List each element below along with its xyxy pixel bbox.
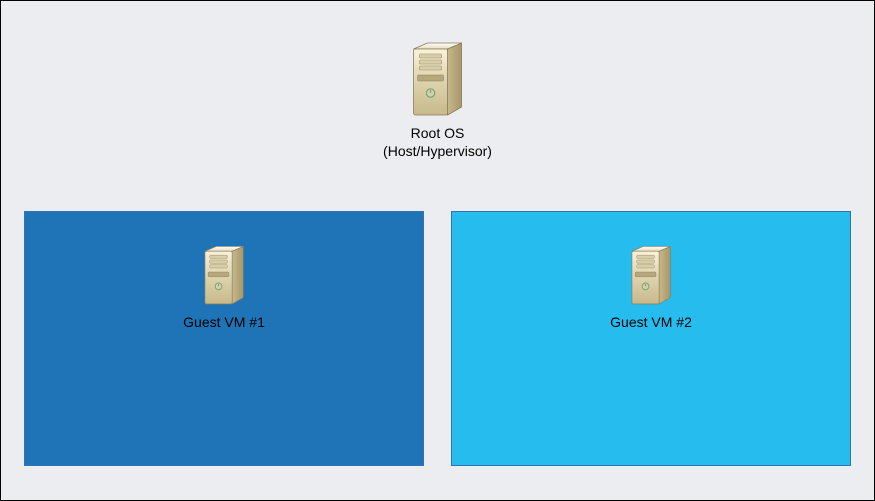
server-tower-icon [627,244,675,308]
root-os-label-line1: Root OS [411,125,465,141]
diagram-canvas: Root OS (Host/Hypervisor) Guest VM #1 [0,0,875,501]
guest-vm-1-panel: Guest VM #1 [24,211,424,466]
root-os-block: Root OS (Host/Hypervisor) [383,41,492,160]
guest-vm-1-label: Guest VM #1 [183,314,265,330]
root-os-label: Root OS (Host/Hypervisor) [383,125,492,160]
guest-vm-2-content: Guest VM #2 [610,244,692,330]
root-os-label-line2: (Host/Hypervisor) [383,143,492,159]
guest-vm-1-content: Guest VM #1 [183,244,265,330]
guest-vm-2-label: Guest VM #2 [610,314,692,330]
server-tower-icon [200,244,248,308]
server-tower-icon [408,41,468,119]
guest-vm-2-panel: Guest VM #2 [451,211,851,466]
